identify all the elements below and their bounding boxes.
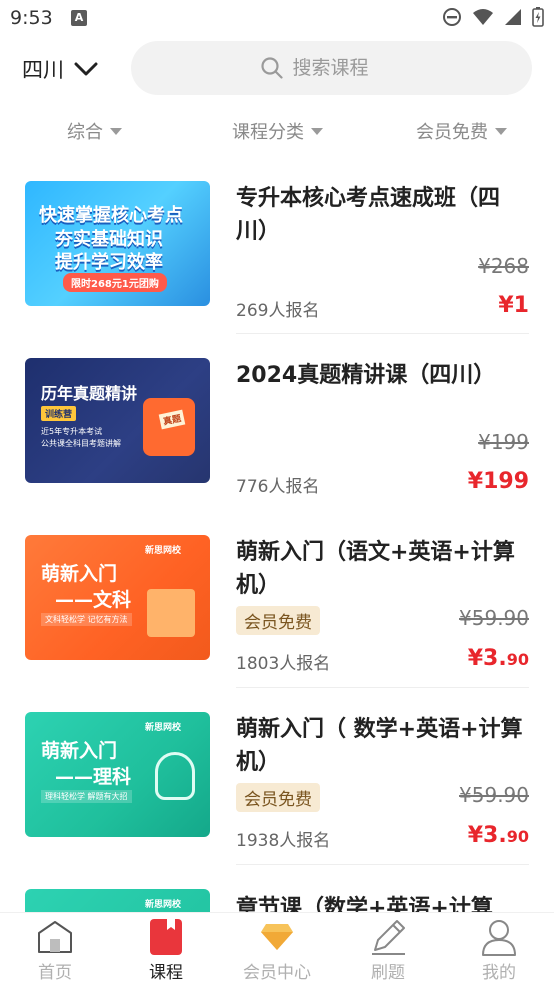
thumb-line: 快速掌握核心考点 [39,205,183,226]
search-input[interactable] [292,57,403,79]
thumb-line: ——文科 [55,589,132,611]
region-selector[interactable]: 四川 [22,54,98,84]
course-title: 萌新入门（语文+英语+计算机） [236,540,515,598]
original-price: ¥199 [478,430,529,454]
nav-label: 刷题 [371,963,405,983]
course-thumbnail: 快速掌握核心考点 夯实基础知识 提升学习效率 限时268元1元团购 [25,181,210,306]
search-icon [260,57,283,79]
book-icon [150,919,182,955]
status-bar: 9:53 A [0,0,554,38]
divider [236,864,529,865]
course-thumbnail: 新思网校 [25,889,210,912]
original-price: ¥59.90 [459,606,529,630]
thumb-logo: 新思网校 [145,723,182,733]
course-card[interactable]: 新思网校 萌新入门 ——理科 理科轻松学 解题有大招 萌新入门（ 数学+英语+计… [0,711,554,865]
triangle-down-icon [311,127,323,135]
thumb-line: ——理科 [55,766,132,788]
thumb-line: 提升学习效率 [55,252,163,273]
status-time: 9:53 [10,7,53,29]
filter-vip-free[interactable]: 会员免费 [416,118,507,144]
notification-a-icon: A [71,10,87,26]
sale-price: ¥1 [498,293,529,318]
course-title: 2024真题精讲课（四川） [236,363,496,388]
divider [236,687,529,688]
enrolled-count: 1938人报名 [236,831,331,851]
header: 四川 [0,38,554,98]
wifi-icon [473,9,493,25]
course-title: 专升本核心考点速成班（四川） [236,186,501,244]
filter-label: 课程分类 [232,122,304,143]
triangle-down-icon [110,127,122,135]
divider [236,333,529,334]
course-thumbnail: 历年真题精讲 训练营 近5年专升本考试 公共课全科目考题讲解 真题 [25,358,210,483]
thumb-line: 公共课全科目考题讲解 [41,439,121,448]
thumb-logo: 新思网校 [145,546,182,556]
battery-icon [532,7,544,27]
nav-label: 首页 [38,963,72,983]
thumb-logo: 新思网校 [145,900,182,910]
thumb-line: 近5年专升本考试 [41,427,103,436]
course-card[interactable]: 历年真题精讲 训练营 近5年专升本考试 公共课全科目考题讲解 真题 2024真题… [0,357,554,497]
sale-price: ¥199 [467,469,529,494]
nav-label: 我的 [482,963,516,983]
course-card[interactable]: 快速掌握核心考点 夯实基础知识 提升学习效率 限时268元1元团购 专升本核心考… [0,180,554,334]
enrolled-count: 776人报名 [236,477,320,497]
lightbulb-illustration [155,752,195,800]
thumb-line: 历年真题精讲 [41,384,138,403]
book-illustration [147,589,195,637]
diamond-icon [261,924,293,950]
chevron-down-icon [74,62,98,76]
do-not-disturb-icon [443,8,461,26]
home-icon [38,921,72,953]
enrolled-count: 1803人报名 [236,654,331,674]
thumb-line: 萌新入门 [41,563,118,585]
nav-home[interactable]: 首页 [0,917,110,983]
original-price: ¥268 [478,254,529,278]
nav-label: 会员中心 [243,963,311,983]
thumb-line: 萌新入门 [41,740,118,762]
triangle-down-icon [495,127,507,135]
thumb-line: 理科轻松学 解题有大招 [41,790,132,803]
sale-price: ¥3.90 [467,646,529,671]
thumb-line: 训练营 [41,406,77,421]
filter-category[interactable]: 课程分类 [232,118,323,144]
user-icon [482,920,516,956]
filter-label: 综合 [67,122,103,143]
thumb-tag: 限时268元1元团购 [63,273,167,292]
course-title: 萌新入门（ 数学+英语+计算机） [236,717,523,775]
bottom-nav: 首页 课程 会员中心 刷题 我的 [0,912,554,984]
signal-icon [505,9,521,25]
vip-free-badge: 会员免费 [236,783,320,812]
vip-free-badge: 会员免费 [236,606,320,635]
nav-course[interactable]: 课程 [111,917,221,983]
nav-vip-center[interactable]: 会员中心 [222,917,332,983]
course-thumbnail: 新思网校 萌新入门 ——理科 理科轻松学 解题有大招 [25,712,210,837]
nav-profile[interactable]: 我的 [444,917,554,983]
course-card[interactable]: 新思网校 萌新入门 ——文科 文科轻松学 记忆有方法 萌新入门（语文+英语+计算… [0,534,554,688]
enrolled-count: 269人报名 [236,301,320,321]
original-price: ¥59.90 [459,783,529,807]
course-card[interactable]: 新思网校 章节课（数学+英语+计算 [0,888,554,912]
pencil-icon [372,920,405,955]
course-thumbnail: 新思网校 萌新入门 ——文科 文科轻松学 记忆有方法 [25,535,210,660]
filter-bar: 综合 课程分类 会员免费 [0,108,554,152]
nav-exercise[interactable]: 刷题 [333,917,443,983]
filter-label: 会员免费 [416,122,488,143]
sale-price: ¥3.90 [467,823,529,848]
course-title: 章节课（数学+英语+计算 [236,896,493,912]
search-bar[interactable] [131,41,532,95]
nav-label: 课程 [149,963,183,983]
filter-comprehensive[interactable]: 综合 [67,118,122,144]
region-label: 四川 [22,58,64,82]
thumb-line: 文科轻松学 记忆有方法 [41,613,132,626]
